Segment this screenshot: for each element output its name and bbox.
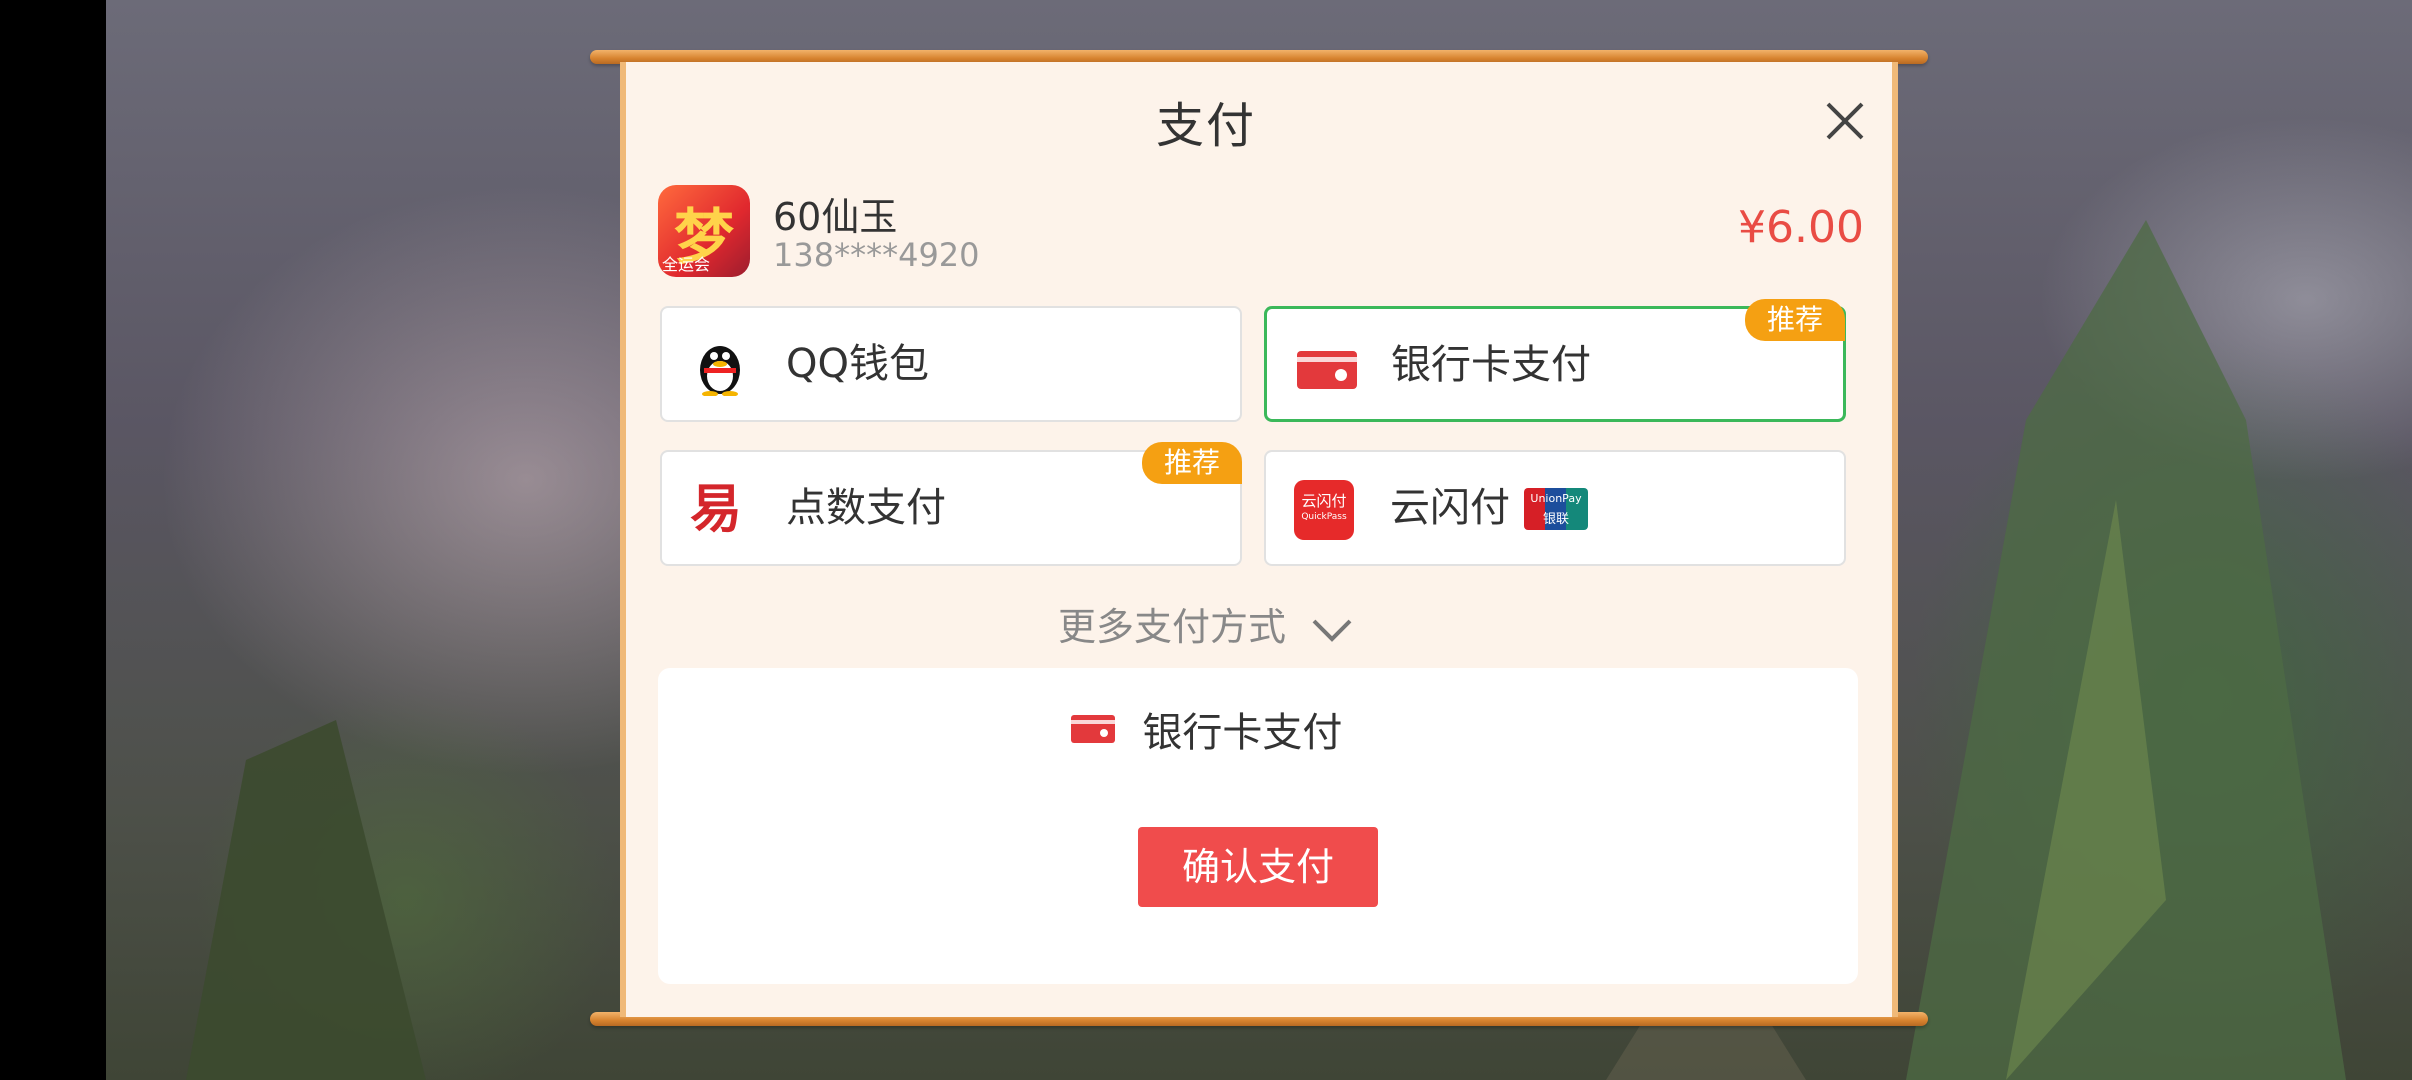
- bank-card-icon: [1295, 337, 1357, 397]
- recommend-badge: 推荐: [1141, 442, 1242, 484]
- price: ¥6.00: [1738, 202, 1864, 253]
- pay-option-label: 云闪付: [1390, 485, 1510, 531]
- unionpay-text: UnionPay: [1530, 492, 1582, 505]
- dialog-title: 支付: [1155, 98, 1256, 154]
- bank-card-icon: [1070, 715, 1115, 743]
- app-icon: 梦 全运会: [658, 185, 750, 277]
- more-payment-methods[interactable]: 更多支付方式: [0, 596, 2412, 651]
- cloudpay-icon-text: 云闪付: [1301, 492, 1347, 510]
- qq-penguin-icon: [690, 336, 750, 397]
- product-name: 60仙玉: [773, 195, 898, 239]
- cloud-quickpass-icon: 云闪付 QuickPass: [1294, 480, 1354, 540]
- close-icon[interactable]: [1820, 96, 1870, 146]
- pay-option-bank-card[interactable]: 银行卡支付 推荐: [1264, 299, 1846, 422]
- cloudpay-icon-sub: QuickPass: [1301, 512, 1347, 522]
- selected-method-label: 银行卡支付: [1142, 710, 1343, 756]
- chevron-down-icon: [1312, 619, 1352, 642]
- confirm-payment-button[interactable]: 确认支付: [1138, 827, 1378, 907]
- pay-option-qq-wallet[interactable]: QQ钱包: [660, 306, 1242, 422]
- pay-option-points[interactable]: 易 点数支付 推荐: [660, 442, 1242, 566]
- pay-option-label: 银行卡支付: [1391, 342, 1591, 388]
- unionpay-sub: 银联: [1542, 512, 1569, 527]
- pay-option-label: QQ钱包: [786, 341, 929, 387]
- pay-option-cloud-quickpass[interactable]: 云闪付 QuickPass 云闪付 UnionPay 银联: [1264, 450, 1846, 566]
- app-icon-caption: 全运会: [662, 255, 711, 274]
- account-number: 138****4920: [773, 236, 980, 274]
- yi-glyph: 易: [690, 480, 743, 540]
- pay-option-label: 点数支付: [786, 485, 946, 531]
- selected-payment-method: 银行卡支付: [0, 700, 2412, 758]
- yi-points-icon: 易: [690, 480, 750, 540]
- more-payment-methods-label: 更多支付方式: [1057, 605, 1286, 649]
- unionpay-logo: UnionPay 银联: [1524, 488, 1588, 530]
- recommend-badge: 推荐: [1744, 299, 1845, 341]
